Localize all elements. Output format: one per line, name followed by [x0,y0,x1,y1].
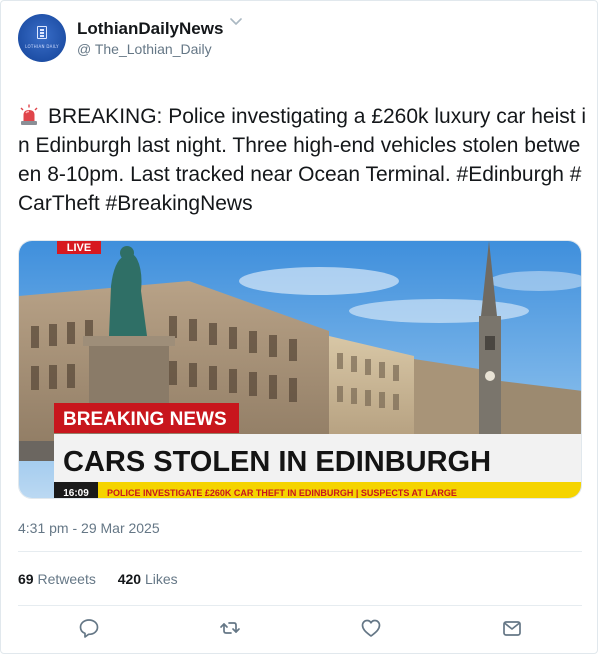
likes-count: 420 [117,571,142,587]
retweets-label: Retweets [37,571,96,587]
action-bar [1,613,598,643]
tweet-text: BREAKING: Police investigating a £260k l… [18,102,588,218]
tweet-body: BREAKING: Police investigating a £260k l… [18,105,587,215]
headline-text: CARS STOLEN IN EDINBURGH [63,446,491,478]
police-car-light-icon [18,104,40,126]
tweet-image[interactable]: LIVE BREAKING NEWS CARS STOLEN IN EDINBU… [18,240,582,499]
tweet-timestamp[interactable]: 4:31 pm - 29 Mar 2025 [18,520,160,537]
retweets-count: 69 [18,571,34,587]
live-label: LIVE [67,242,91,254]
divider [18,551,582,552]
author-name[interactable]: LothianDailyNews [77,19,223,39]
chevron-down-icon[interactable] [230,17,242,27]
avatar-tag: LOTHIAN DAILY [25,44,59,49]
news-broadcast-image: LIVE BREAKING NEWS CARS STOLEN IN EDINBU… [19,241,581,499]
message-icon[interactable] [497,613,527,643]
divider [18,605,582,606]
retweets-stat[interactable]: 69 Retweets [18,571,96,588]
retweet-icon[interactable] [215,613,245,643]
newspaper-logo-icon [37,26,47,39]
ticker-time: 16:09 [63,488,89,499]
like-icon[interactable] [356,613,386,643]
tweet-card: LOTHIAN DAILY LothianDailyNews @ The_Lot… [0,0,598,654]
avatar[interactable]: LOTHIAN DAILY [18,14,66,62]
ticker-text: POLICE INVESTIGATE £260K CAR THEFT IN ED… [107,488,457,498]
engagement-stats: 69 Retweets 420 Likes [18,571,196,588]
likes-stat[interactable]: 420 Likes [118,571,178,588]
reply-icon[interactable] [74,613,104,643]
breaking-news-label: BREAKING NEWS [63,409,227,430]
author-handle[interactable]: @ The_Lothian_Daily [77,41,212,58]
likes-label: Likes [144,571,178,587]
